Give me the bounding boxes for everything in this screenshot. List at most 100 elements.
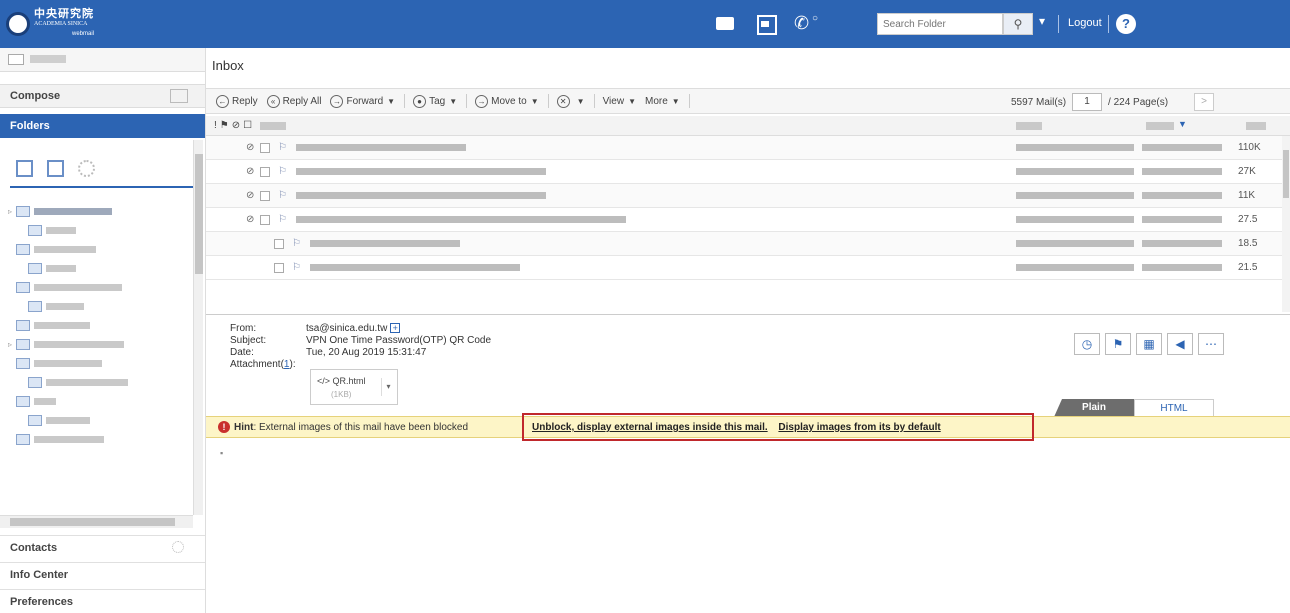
folder-item[interactable]: ▹ — [8, 335, 188, 354]
attachment-item[interactable]: </> QR.html (1KB) ▾ — [310, 369, 398, 405]
notification-icon[interactable]: ✆ ○ — [794, 12, 818, 34]
folder-item[interactable] — [8, 316, 188, 335]
search-button[interactable]: ⚲ — [1003, 13, 1033, 35]
table-row[interactable]: ⚐ 21.5 — [206, 256, 1282, 280]
logo[interactable]: 中央研究院 ACADEMIA SINICA webmail — [6, 6, 124, 42]
folder-item[interactable] — [8, 411, 188, 430]
header-flag-icons[interactable]: !⚑⊘☐ — [214, 120, 255, 131]
tag-icon[interactable]: ⚐ — [278, 190, 287, 201]
chevron-down-icon: ▼ — [671, 96, 680, 106]
add-contact-icon[interactable]: + — [390, 323, 401, 333]
display-images-by-default-link[interactable]: Display images from its by default — [778, 422, 940, 433]
folder-item[interactable] — [8, 430, 188, 449]
row-checkbox[interactable] — [274, 239, 284, 249]
forward-button[interactable]: → Forward ▼ — [330, 94, 395, 108]
row-checkbox[interactable] — [260, 191, 270, 201]
move-to-button[interactable]: → Move to ▼ — [475, 94, 539, 108]
scrollbar-thumb[interactable] — [1283, 150, 1289, 198]
folder-scrollbar-horizontal[interactable] — [0, 515, 193, 528]
subject-redacted — [296, 192, 546, 199]
calendar-icon[interactable]: ▦ — [1136, 333, 1162, 355]
column-size[interactable] — [1246, 122, 1266, 130]
search-options-chevron-down-icon[interactable]: ▾ — [1039, 14, 1045, 28]
attachment-name[interactable]: </> QR.html — [317, 376, 366, 386]
nav-preferences[interactable]: Preferences — [0, 589, 205, 613]
folder-item[interactable] — [8, 297, 188, 316]
folder-item[interactable] — [8, 278, 188, 297]
scrollbar-thumb[interactable] — [10, 518, 175, 526]
column-subject[interactable] — [260, 122, 286, 130]
folder-scrollbar-vertical[interactable] — [193, 140, 203, 515]
mail-size: 110K — [1238, 142, 1261, 153]
attachment-chevron-down-icon[interactable]: ▾ — [381, 378, 395, 396]
from-value[interactable]: tsa@sinica.edu.tw — [306, 323, 387, 335]
expand-icon[interactable]: ▹ — [8, 340, 16, 349]
tab-plain-text[interactable]: Plain Text — [1054, 399, 1134, 417]
logout-link[interactable]: Logout — [1068, 17, 1102, 29]
compose-button[interactable]: Compose — [0, 84, 205, 108]
delete-button[interactable]: ✕ ▼ — [556, 94, 585, 108]
view-button[interactable]: View ▼ — [603, 96, 636, 107]
folder-tab-filter-icon[interactable] — [47, 160, 64, 177]
more-button[interactable]: More ▼ — [645, 96, 680, 107]
toolbar-divider — [547, 94, 549, 108]
folders-header[interactable]: Folders — [0, 114, 205, 138]
row-checkbox[interactable] — [274, 263, 284, 273]
tag-icon[interactable]: ⚐ — [292, 238, 301, 249]
reply-button[interactable]: ← Reply — [216, 94, 258, 108]
table-row[interactable]: ⊘ ⚐ 27.5 — [206, 208, 1282, 232]
account-bar[interactable] — [0, 48, 205, 72]
divider — [1108, 15, 1109, 33]
calendar-icon[interactable] — [754, 12, 777, 35]
table-row[interactable]: ⊘ ⚐ 27K — [206, 160, 1282, 184]
nav-info-center[interactable]: Info Center — [0, 562, 205, 586]
clock-icon[interactable]: ◷ — [1074, 333, 1100, 355]
table-row[interactable]: ⚐ 18.5 — [206, 232, 1282, 256]
tag-icon[interactable]: ⚐ — [278, 142, 287, 153]
tab-html[interactable]: HTML — [1134, 399, 1214, 417]
folder-name-redacted — [46, 227, 76, 234]
mail-icon[interactable] — [714, 12, 736, 34]
folder-item[interactable]: ▹ — [8, 202, 188, 221]
folder-item[interactable] — [8, 354, 188, 373]
reply-all-button[interactable]: «Reply All — [266, 94, 321, 108]
flag-icon[interactable]: ⚑ — [1105, 333, 1131, 355]
column-date[interactable] — [1146, 119, 1187, 130]
column-sender[interactable] — [1016, 122, 1042, 130]
contacts-settings-icon[interactable] — [172, 541, 184, 553]
table-row[interactable]: ⊘ ⚐ 11K — [206, 184, 1282, 208]
folder-item[interactable] — [8, 240, 188, 259]
help-icon[interactable]: ? — [1116, 14, 1136, 34]
toolbar-divider — [466, 94, 468, 108]
folder-item[interactable] — [8, 259, 188, 278]
row-checkbox[interactable] — [260, 167, 270, 177]
more-options-icon[interactable]: ⋯ — [1198, 333, 1224, 355]
tag-icon[interactable]: ⚐ — [278, 166, 287, 177]
compose-edit-icon[interactable] — [170, 89, 188, 103]
folder-item[interactable] — [8, 392, 188, 411]
tag-icon[interactable]: ⚐ — [278, 214, 287, 225]
row-checkbox[interactable] — [260, 215, 270, 225]
folder-tab-gear-icon[interactable] — [78, 160, 95, 177]
scrollbar-thumb[interactable] — [195, 154, 203, 274]
folder-tab-mail-icon[interactable] — [16, 160, 33, 177]
folder-name-redacted — [46, 303, 84, 310]
next-page-button[interactable]: > — [1194, 93, 1215, 111]
mail-list-scrollbar[interactable] — [1282, 136, 1290, 312]
nav-contacts[interactable]: Contacts — [0, 535, 205, 559]
mail-tag-icon[interactable]: ◀ — [1167, 333, 1193, 355]
tag-icon[interactable]: ⚐ — [292, 262, 301, 273]
expand-icon[interactable]: ▹ — [8, 207, 16, 216]
date-redacted — [1142, 144, 1222, 151]
page-number-input[interactable]: 1 — [1072, 93, 1103, 111]
folder-item[interactable] — [8, 373, 188, 392]
tag-button[interactable]: ● Tag ▼ — [413, 94, 457, 108]
nav-preferences-label: Preferences — [10, 596, 73, 608]
row-checkbox[interactable] — [260, 143, 270, 153]
unblock-images-link[interactable]: Unblock, display external images inside … — [532, 422, 768, 433]
search-input[interactable] — [878, 14, 1002, 34]
subject-redacted — [310, 264, 520, 271]
table-row[interactable]: ⊘ ⚐ 110K — [206, 136, 1282, 160]
folder-icon — [16, 434, 30, 445]
folder-item[interactable] — [8, 221, 188, 240]
